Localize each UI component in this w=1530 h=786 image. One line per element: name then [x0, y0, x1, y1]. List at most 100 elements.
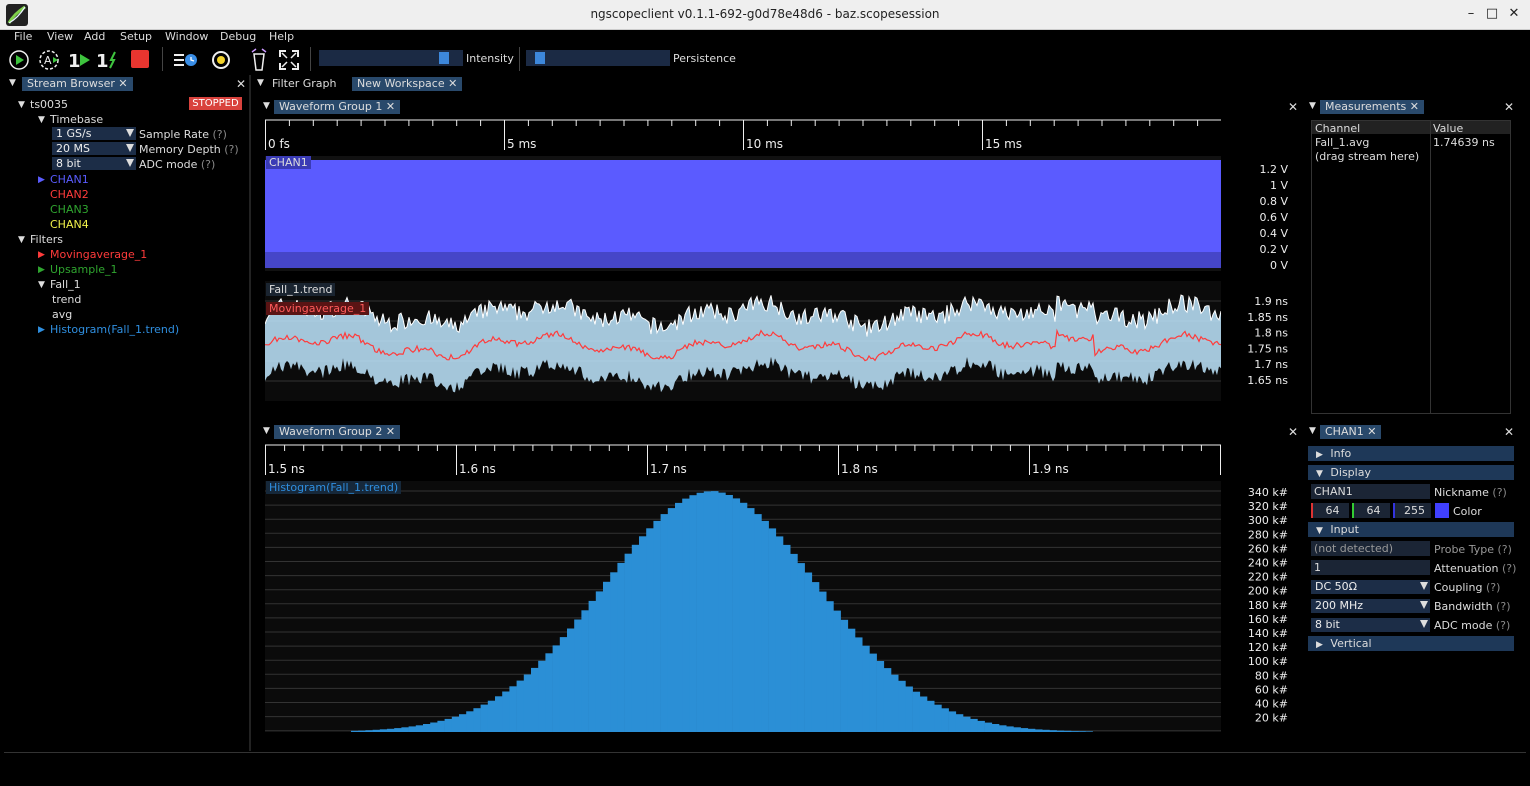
histogram-plot[interactable]	[265, 481, 1221, 732]
force-trigger-icon[interactable]: 1	[96, 49, 120, 71]
stream-trend[interactable]: trend	[52, 293, 81, 306]
menu-view[interactable]: View	[47, 30, 73, 43]
expand-icon[interactable]: ▶	[38, 325, 45, 335]
measurement-channel-0[interactable]: Fall_1.avg	[1315, 136, 1369, 149]
help-marker[interactable]: (?)	[1497, 543, 1511, 556]
chan1-plot[interactable]	[265, 156, 1227, 271]
tab-stream-browser[interactable]: Stream Browser ✕	[22, 77, 133, 91]
expand-icon[interactable]: ▶	[38, 250, 45, 260]
color-green-input[interactable]: 64	[1352, 503, 1390, 518]
stream-chan1[interactable]: CHAN1	[50, 173, 89, 186]
trend-y-axis[interactable]: 1.9 ns 1.85 ns 1.8 ns 1.75 ns 1.7 ns 1.65 ns	[1222, 281, 1304, 401]
help-marker[interactable]: (?)	[201, 158, 215, 171]
trend-trace-label[interactable]: Fall_1.trend	[266, 283, 336, 296]
splitter[interactable]	[249, 75, 251, 751]
panel-menu-icon[interactable]: ▼	[263, 426, 270, 436]
section-info[interactable]: ▶ Info	[1308, 446, 1514, 461]
panel-menu-icon[interactable]: ▼	[263, 101, 270, 111]
maximize-icon[interactable]: □	[1485, 7, 1499, 21]
intensity-slider[interactable]	[319, 50, 463, 66]
tab-waveform-group-1[interactable]: Waveform Group 1 ✕	[274, 100, 401, 114]
menu-help[interactable]: Help	[269, 30, 294, 43]
run-icon[interactable]	[8, 49, 30, 71]
column-divider[interactable]	[1430, 121, 1431, 413]
refresh-settings-icon[interactable]	[210, 49, 232, 71]
sample-rate-select[interactable]: 1 GS/s	[52, 127, 136, 140]
close-tab-icon[interactable]: ✕	[386, 425, 395, 438]
close-panel-icon[interactable]: ✕	[1504, 101, 1514, 113]
panel-menu-icon[interactable]: ▼	[1309, 101, 1316, 111]
timebase-node[interactable]: Timebase	[50, 113, 103, 126]
close-tab-icon[interactable]: ✕	[1410, 100, 1419, 113]
close-tab-icon[interactable]: ✕	[1367, 425, 1376, 438]
chan-adc-mode-select[interactable]: 8 bit	[1311, 618, 1430, 632]
instrument-name[interactable]: ts0035	[30, 98, 68, 111]
close-panel-icon[interactable]: ✕	[1288, 426, 1298, 438]
filters-node[interactable]: Filters	[30, 233, 63, 246]
movingaverage-trace-label[interactable]: Movingaverage_1	[266, 302, 370, 315]
histogram-y-axis[interactable]: 340 k# 320 k# 300 k# 280 k# 260 k# 240 k# 220 …	[1222, 481, 1304, 732]
close-window-icon[interactable]: ✕	[1507, 7, 1521, 21]
expand-icon[interactable]: ▶	[38, 175, 45, 185]
stream-chan2[interactable]: CHAN2	[50, 188, 89, 201]
histogram-trace-label[interactable]: Histogram(Fall_1.trend)	[266, 481, 402, 494]
section-vertical[interactable]: ▶ Vertical	[1308, 636, 1514, 651]
trend-plot[interactable]	[264, 281, 1222, 401]
expand-icon[interactable]: ▼	[38, 280, 45, 290]
tab-chan1-properties[interactable]: CHAN1 ✕	[1320, 425, 1382, 439]
persistence-slider[interactable]	[526, 50, 670, 66]
menu-add[interactable]: Add	[84, 30, 105, 43]
coupling-select[interactable]: DC 50Ω	[1311, 580, 1430, 594]
expand-icon[interactable]: ▼	[38, 115, 45, 125]
section-display[interactable]: ▼ Display	[1308, 465, 1514, 480]
help-marker[interactable]: (?)	[1502, 562, 1516, 575]
close-tab-icon[interactable]: ✕	[118, 77, 127, 90]
fullscreen-icon[interactable]	[278, 49, 300, 71]
panel-menu-icon[interactable]: ▼	[1309, 426, 1316, 436]
adc-mode-select[interactable]: 8 bit	[52, 157, 136, 170]
chan1-trace-label[interactable]: CHAN1	[266, 156, 311, 169]
help-marker[interactable]: (?)	[224, 143, 238, 156]
stream-avg[interactable]: avg	[52, 308, 72, 321]
color-blue-input[interactable]: 255	[1393, 503, 1431, 518]
menu-setup[interactable]: Setup	[120, 30, 152, 43]
close-tab-icon[interactable]: ✕	[448, 77, 457, 90]
stop-icon[interactable]	[131, 50, 149, 68]
nickname-input[interactable]: CHAN1	[1311, 484, 1430, 499]
close-panel-icon[interactable]: ✕	[1504, 426, 1514, 438]
expand-icon[interactable]: ▼	[18, 100, 25, 110]
filter-fall[interactable]: Fall_1	[50, 278, 81, 291]
minimize-icon[interactable]: –	[1464, 7, 1478, 21]
clear-sweeps-icon[interactable]	[248, 48, 270, 72]
auto-trigger-icon[interactable]: A	[38, 49, 60, 71]
menu-window[interactable]: Window	[165, 30, 208, 43]
stream-chan3[interactable]: CHAN3	[50, 203, 89, 216]
drag-stream-target[interactable]: (drag stream here)	[1315, 150, 1419, 163]
menu-file[interactable]: File	[14, 30, 32, 43]
help-marker[interactable]: (?)	[1492, 486, 1506, 499]
filter-upsample[interactable]: Upsample_1	[50, 263, 118, 276]
panel-menu-icon[interactable]: ▼	[9, 78, 16, 88]
tab-measurements[interactable]: Measurements ✕	[1320, 100, 1424, 114]
stream-chan4[interactable]: CHAN4	[50, 218, 89, 231]
tab-new-workspace[interactable]: New Workspace ✕	[352, 77, 463, 91]
help-marker[interactable]: (?)	[212, 128, 226, 141]
menu-debug[interactable]: Debug	[220, 30, 256, 43]
help-marker[interactable]: (?)	[1486, 581, 1500, 594]
section-input[interactable]: ▼ Input	[1308, 522, 1514, 537]
chan1-y-axis[interactable]: 1.2 V 1 V 0.8 V 0.6 V 0.4 V 0.2 V 0 V	[1222, 156, 1304, 272]
time-ruler-1[interactable]: 0 fs 5 ms 10 ms 15 ms	[265, 118, 1222, 154]
filter-movingaverage[interactable]: Movingaverage_1	[50, 248, 147, 261]
help-marker[interactable]: (?)	[1496, 619, 1510, 632]
color-red-input[interactable]: 64	[1311, 503, 1349, 518]
panel-menu-icon[interactable]: ▼	[257, 78, 264, 88]
close-panel-icon[interactable]: ✕	[236, 78, 246, 90]
bandwidth-select[interactable]: 200 MHz	[1311, 599, 1430, 613]
expand-icon[interactable]: ▼	[18, 235, 25, 245]
filter-histogram[interactable]: Histogram(Fall_1.trend)	[50, 323, 179, 336]
tab-filter-graph[interactable]: Filter Graph	[267, 77, 341, 91]
close-panel-icon[interactable]: ✕	[1288, 101, 1298, 113]
time-ruler-2[interactable]: 1.5 ns 1.6 ns 1.7 ns 1.8 ns 1.9 ns	[265, 443, 1221, 479]
color-swatch[interactable]	[1435, 503, 1449, 518]
expand-icon[interactable]: ▶	[38, 265, 45, 275]
